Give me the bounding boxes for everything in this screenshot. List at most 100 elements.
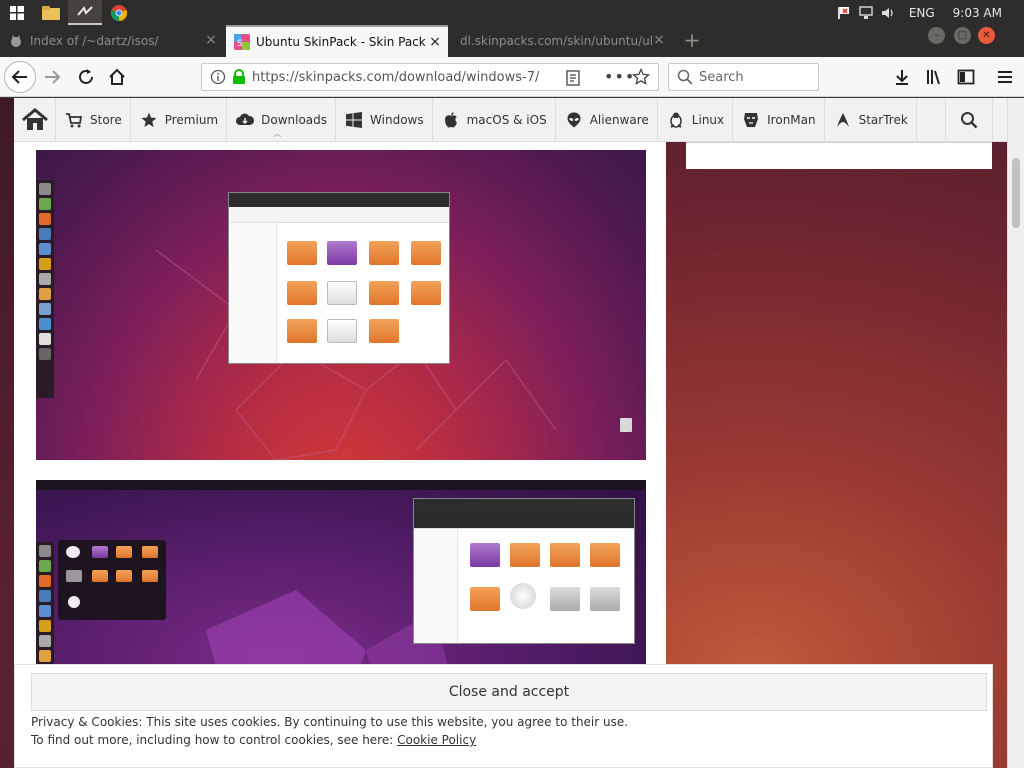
alien-icon (564, 110, 584, 130)
download-arrow-icon (896, 70, 908, 85)
chrome-icon[interactable] (102, 0, 136, 25)
preview-app-grid (58, 540, 166, 620)
nav-label: Store (90, 112, 122, 127)
site-nav-bar: Store Premium Downloads ︿ Windows macOS … (14, 98, 1007, 142)
close-tab-icon[interactable]: × (204, 33, 218, 47)
minimize-button[interactable]: – (928, 27, 945, 44)
cookie-more-info-text: To find out more, including how to contr… (31, 733, 394, 747)
preview-explorer-window (228, 192, 450, 364)
reload-icon (79, 69, 93, 84)
startrek-icon (833, 110, 853, 130)
forward-button[interactable] (42, 67, 62, 87)
search-box[interactable] (668, 63, 819, 91)
maximize-button[interactable]: □ (954, 27, 971, 44)
cookie-banner: Close and accept Privacy & Cookies: This… (14, 664, 993, 768)
volume-icon[interactable] (877, 6, 899, 20)
tab-title: Index of /~dartz/isos/ (30, 34, 159, 48)
trash-icon (620, 418, 632, 432)
nav-label: StarTrek (858, 112, 908, 127)
nav-label: Windows (370, 112, 424, 127)
nav-premium[interactable]: Premium (131, 98, 228, 141)
tab-ubuntu-skinpack[interactable]: S Ubuntu SkinPack - Skin Pack Th × (226, 25, 448, 57)
downloads-button[interactable] (892, 67, 912, 87)
site-search-button[interactable] (945, 98, 993, 142)
ubuntu-dock (36, 180, 54, 398)
url-bar[interactable]: https://skinpacks.com/download/windows-7… (201, 63, 659, 91)
windows-start-icon[interactable] (0, 0, 34, 25)
forward-arrow-icon (45, 70, 61, 84)
nav-label: IronMan (767, 112, 816, 127)
close-and-accept-button[interactable]: Close and accept (31, 673, 987, 711)
back-button[interactable] (4, 61, 36, 93)
sidebar-icon (957, 69, 975, 85)
system-tray: ENG 9:03 AM (833, 0, 1024, 25)
flag-icon[interactable] (833, 6, 855, 20)
scrollbar-thumb[interactable] (1012, 158, 1020, 228)
cloud-download-icon (235, 110, 255, 130)
close-tab-icon[interactable]: × (652, 33, 666, 47)
browser-nav-bar: https://skinpacks.com/download/windows-7… (0, 57, 1024, 97)
network-icon[interactable] (855, 5, 877, 20)
preview-explorer-window (413, 498, 635, 644)
file-explorer-icon[interactable] (34, 0, 68, 25)
close-window-button[interactable]: ✕ (978, 27, 995, 44)
sidebar-toggle-button[interactable] (956, 67, 976, 87)
ironman-icon (741, 110, 761, 130)
apple-icon (441, 110, 461, 130)
nav-startrek[interactable]: StarTrek (825, 98, 917, 141)
search-icon (677, 69, 693, 85)
tab-dl-skinpacks[interactable]: dl.skinpacks.com/skin/ubuntu/ul × (450, 25, 672, 57)
home-button[interactable] (107, 67, 127, 87)
svg-text:S: S (237, 39, 243, 49)
tux-icon (666, 110, 686, 130)
nav-macos-ios[interactable]: macOS & iOS (433, 98, 556, 141)
cat-favicon-icon (8, 33, 24, 49)
nav-label: Downloads (261, 112, 328, 127)
search-icon (961, 112, 978, 129)
hamburger-icon (998, 71, 1012, 83)
cookie-policy-link[interactable]: Cookie Policy (397, 733, 476, 747)
nav-label: Alienware (589, 112, 649, 127)
lock-icon[interactable] (232, 69, 246, 85)
home-icon (21, 107, 48, 130)
nav-linux[interactable]: Linux (658, 98, 734, 141)
tab-index-of-dartz[interactable]: Index of /~dartz/isos/ × (0, 25, 224, 57)
star-icon (139, 110, 159, 130)
menu-button[interactable] (995, 67, 1015, 87)
skinpack-favicon-icon: S (234, 34, 250, 50)
nav-downloads[interactable]: Downloads ︿ (227, 98, 337, 141)
page-actions-icon[interactable]: ••• (604, 67, 635, 86)
language-indicator[interactable]: ENG (909, 6, 935, 20)
tab-title: dl.skinpacks.com/skin/ubuntu/ul (460, 34, 654, 48)
nav-label: macOS & iOS (466, 112, 547, 127)
sidebar-widget (686, 142, 992, 169)
library-button[interactable] (924, 67, 944, 87)
reader-view-icon[interactable] (566, 70, 580, 86)
windows-icon (344, 110, 364, 130)
browser-tab-strip: Index of /~dartz/isos/ × S Ubuntu SkinPa… (0, 25, 1024, 57)
tab-title: Ubuntu SkinPack - Skin Pack Th (256, 35, 426, 49)
page-scrollbar[interactable] (1007, 98, 1024, 768)
skinpack-app-icon[interactable] (68, 0, 102, 25)
home-icon (109, 68, 125, 85)
bookmark-star-icon[interactable] (632, 68, 650, 86)
info-icon[interactable] (210, 69, 226, 85)
close-tab-icon[interactable]: × (428, 35, 442, 49)
windows-taskbar: ENG 9:03 AM (0, 0, 1024, 25)
nav-alienware[interactable]: Alienware (556, 98, 658, 141)
new-tab-button[interactable]: + (682, 29, 702, 51)
search-input[interactable] (699, 69, 809, 85)
nav-store[interactable]: Store (56, 98, 131, 141)
cookie-notice-text: Privacy & Cookies: This site uses cookie… (31, 715, 629, 729)
nav-label: Premium (164, 112, 219, 127)
system-clock[interactable]: 9:03 AM (953, 6, 1002, 20)
library-icon (927, 70, 940, 85)
chevron-down-icon: ︿ (273, 129, 282, 138)
cookie-more-info: To find out more, including how to contr… (31, 733, 476, 747)
reload-button[interactable] (76, 67, 96, 87)
nav-windows[interactable]: Windows (336, 98, 433, 141)
site-home-link[interactable] (14, 98, 56, 141)
nav-ironman[interactable]: IronMan (733, 98, 825, 141)
url-text[interactable]: https://skinpacks.com/download/windows-7… (252, 70, 542, 85)
preview-screenshot-1[interactable] (36, 150, 646, 460)
